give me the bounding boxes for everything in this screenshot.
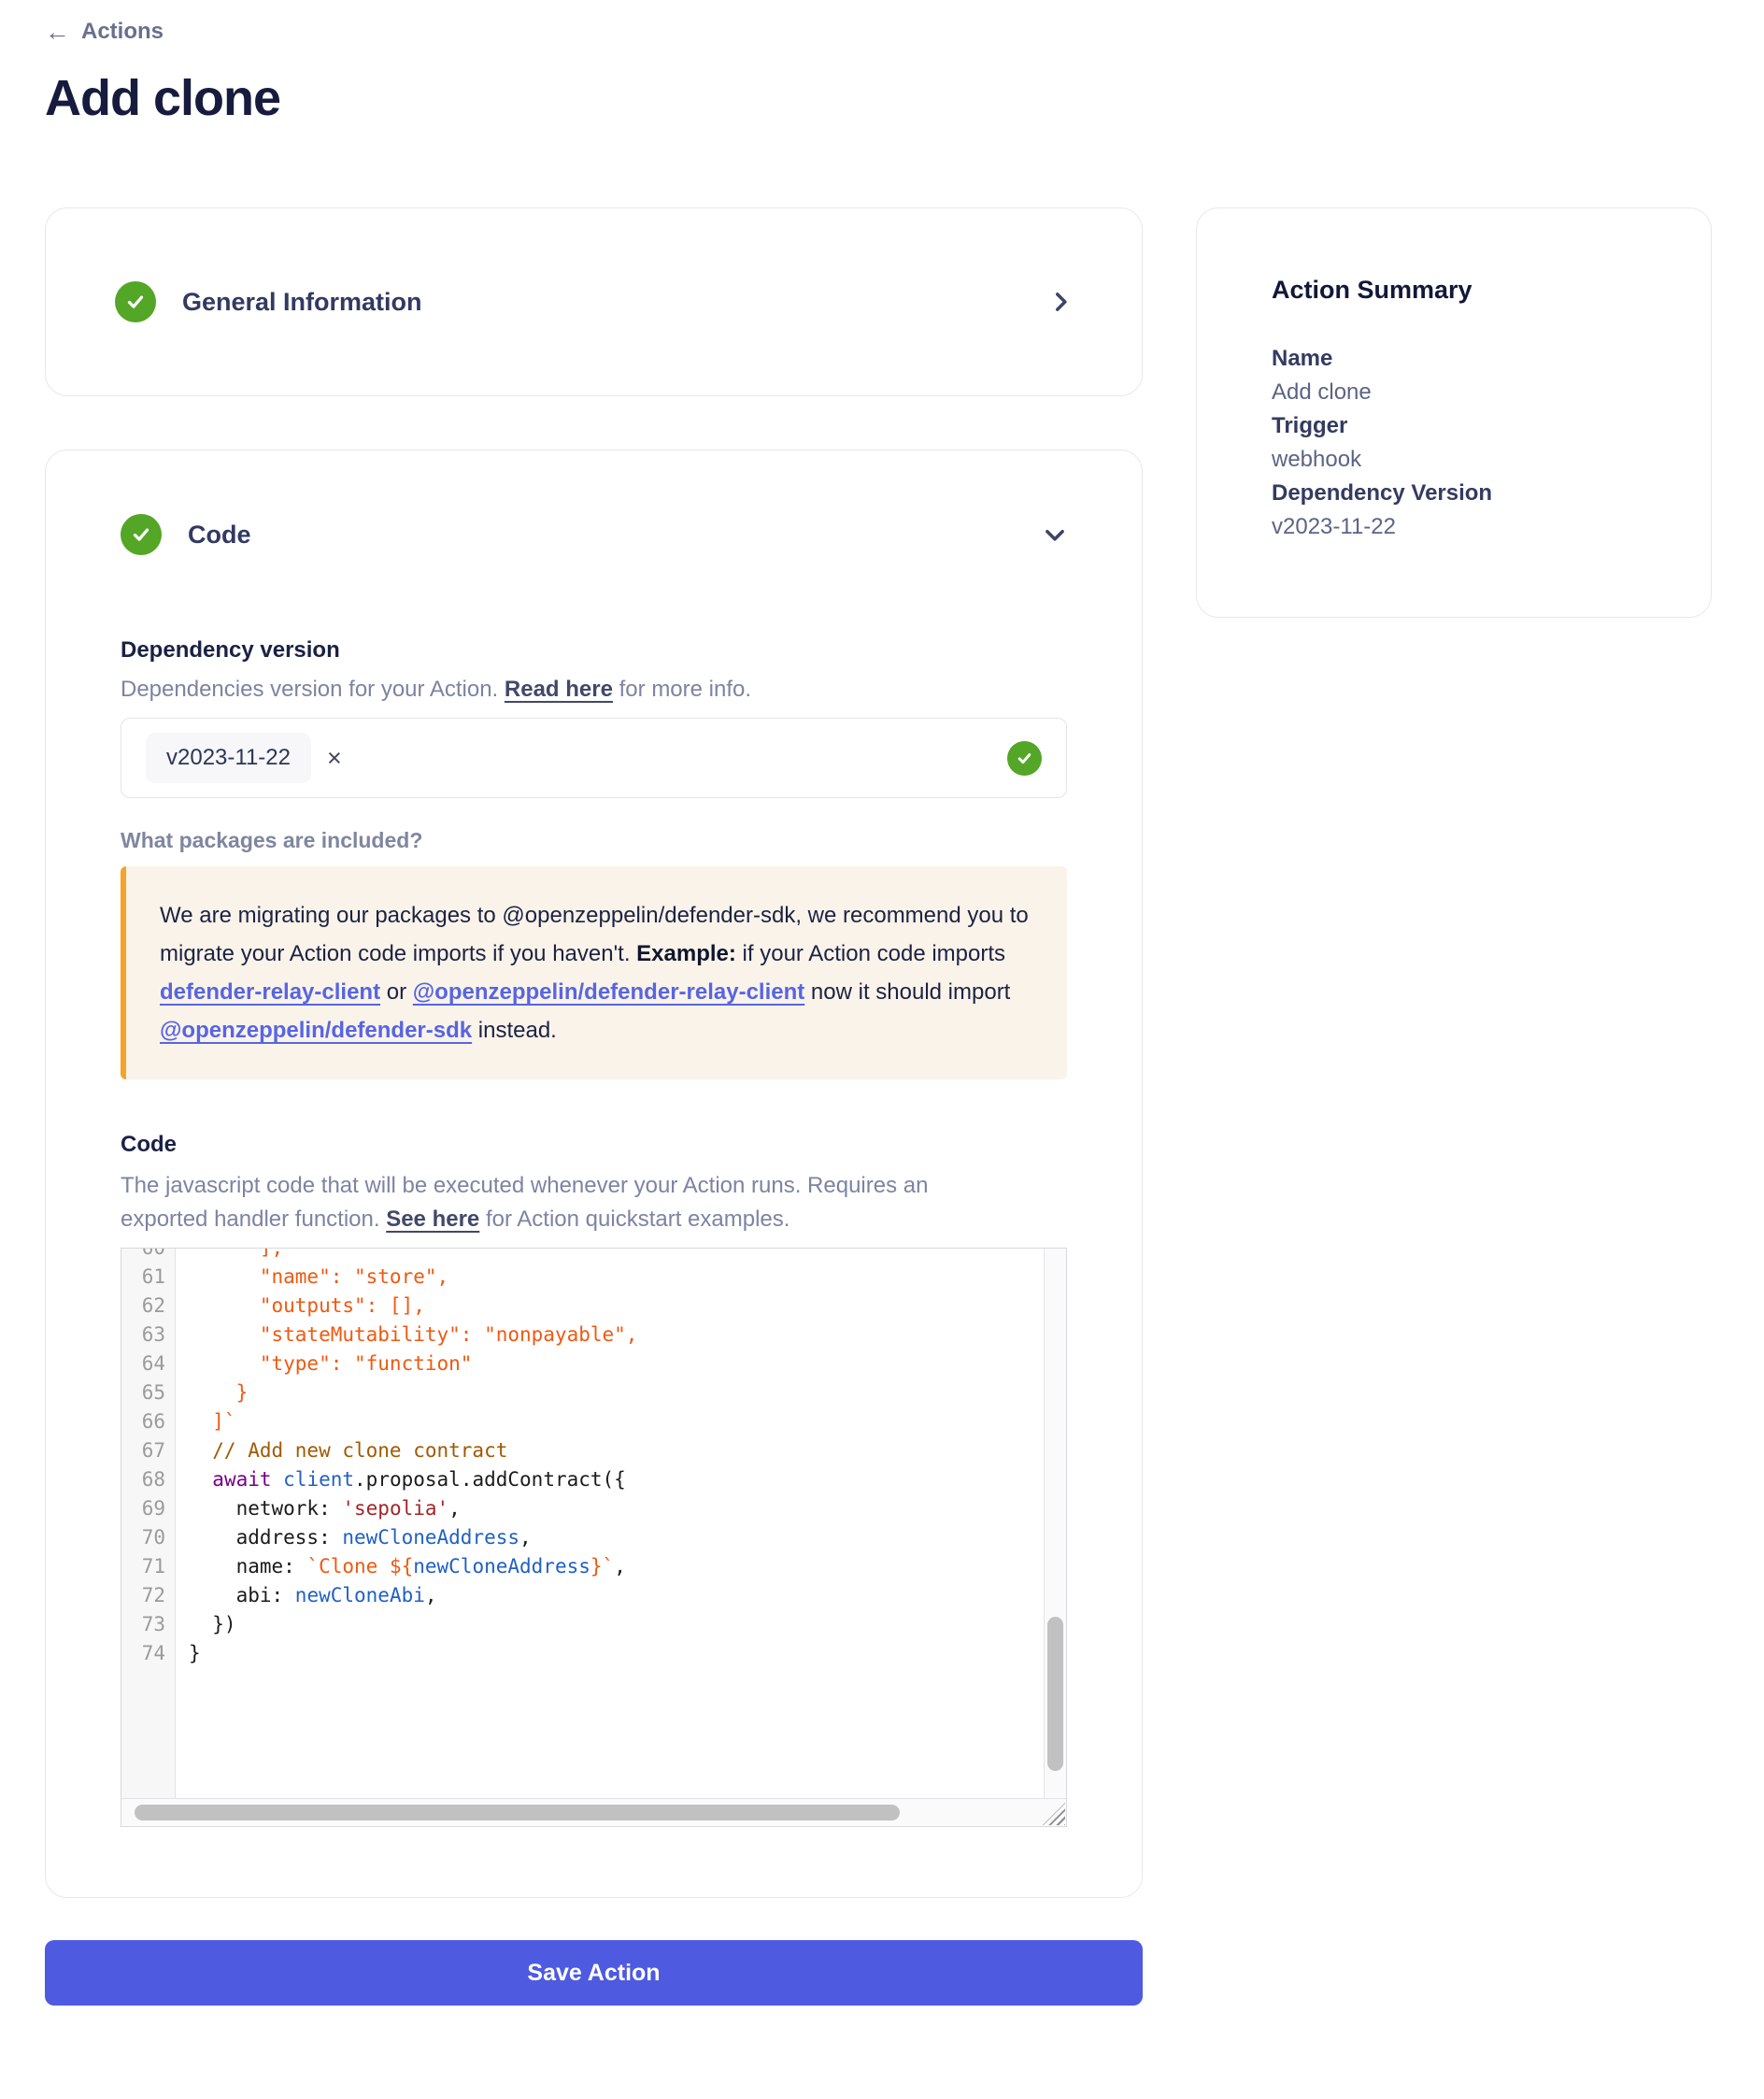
dependency-desc-suffix: for more info. [613, 677, 751, 702]
code-card: Code Dependency version Dependencies ver… [45, 450, 1143, 1898]
add-clone-page: ← Actions Add clone General Information [0, 0, 1764, 2034]
line-number: 71 [121, 1552, 165, 1581]
arrow-left-icon: ← [45, 20, 70, 45]
action-summary-list: NameAdd cloneTriggerwebhookDependency Ve… [1272, 342, 1636, 544]
line-number: 72 [121, 1581, 165, 1610]
dependency-version-input[interactable]: v2023-11-22 × [121, 718, 1067, 798]
code-field-description: The javascript code that will be execute… [121, 1169, 961, 1236]
dependency-version-description: Dependencies version for your Action. Re… [121, 677, 1067, 703]
code-line: } [189, 1378, 1044, 1407]
code-line: abi: newCloneAbi, [189, 1581, 1044, 1610]
code-line: "name": "store", [189, 1263, 1044, 1292]
code-line: address: newCloneAddress, [189, 1523, 1044, 1552]
code-line: network: 'sepolia', [189, 1494, 1044, 1523]
line-number: 70 [121, 1523, 165, 1552]
line-number: 62 [121, 1292, 165, 1321]
line-number: 67 [121, 1436, 165, 1465]
code-line: await client.proposal.addContract({ [189, 1465, 1044, 1494]
line-number: 61 [121, 1263, 165, 1292]
summary-item-label: Trigger [1272, 409, 1636, 443]
package-link[interactable]: @openzeppelin/defender-sdk [160, 1018, 472, 1043]
code-line: name: `Clone ${newCloneAddress}`, [189, 1552, 1044, 1581]
code-line: // Add new clone contract [189, 1436, 1044, 1465]
input-valid-check-icon [1007, 741, 1042, 776]
code-line: }) [189, 1610, 1044, 1639]
editor-line-number-gutter: 606162636465666768697071727374 [121, 1249, 176, 1798]
general-information-card[interactable]: General Information [45, 207, 1143, 396]
code-section-title: Code [188, 521, 251, 550]
note-text: Example: [636, 941, 736, 966]
breadcrumb-back-actions[interactable]: ← Actions [45, 19, 164, 45]
packages-included-label: What packages are included? [121, 828, 1067, 853]
save-action-button[interactable]: Save Action [45, 1940, 1143, 2006]
migration-note-box: We are migrating our packages to @openze… [121, 866, 1067, 1079]
remove-tag-icon[interactable]: × [327, 746, 342, 771]
dependency-version-label: Dependency version [121, 637, 1067, 664]
action-summary-card: Action Summary NameAdd cloneTriggerwebho… [1196, 207, 1712, 618]
code-line: "outputs": [], [189, 1292, 1044, 1321]
editor-vertical-scrollbar[interactable] [1044, 1249, 1066, 1798]
code-field-label: Code [121, 1132, 1067, 1158]
summary-item-label: Dependency Version [1272, 477, 1636, 510]
dependency-desc-prefix: Dependencies version for your Action. [121, 677, 505, 702]
package-link[interactable]: @openzeppelin/defender-relay-client [413, 979, 804, 1005]
action-summary-title: Action Summary [1272, 276, 1636, 305]
line-number: 66 [121, 1407, 165, 1436]
note-text: now it should import [804, 979, 1010, 1005]
summary-item-label: Name [1272, 342, 1636, 376]
line-number: 60 [121, 1249, 165, 1263]
general-information-title: General Information [182, 288, 422, 317]
editor-horizontal-scrollbar[interactable] [121, 1798, 1066, 1826]
chevron-right-icon[interactable] [1048, 290, 1073, 314]
check-circle-icon [115, 281, 156, 322]
line-number: 69 [121, 1494, 165, 1523]
summary-item-value: webhook [1272, 443, 1636, 477]
check-circle-icon [121, 514, 162, 555]
code-desc-suffix: for Action quickstart examples. [479, 1207, 790, 1232]
chevron-down-icon[interactable] [1043, 522, 1067, 547]
code-line: ], [189, 1249, 1044, 1263]
note-text: instead. [472, 1018, 557, 1043]
horizontal-scrollbar-thumb[interactable] [135, 1805, 900, 1821]
code-line: ]` [189, 1407, 1044, 1436]
package-link[interactable]: defender-relay-client [160, 979, 380, 1005]
dependency-version-tag: v2023-11-22 [146, 733, 311, 783]
line-number: 74 [121, 1639, 165, 1668]
note-text: if your Action code imports [736, 941, 1005, 966]
note-text: or [380, 979, 413, 1005]
vertical-scrollbar-thumb[interactable] [1047, 1617, 1063, 1771]
line-number: 63 [121, 1321, 165, 1349]
see-here-link[interactable]: See here [386, 1207, 479, 1232]
code-line: "type": "function" [189, 1349, 1044, 1378]
line-number: 64 [121, 1349, 165, 1378]
page-title: Add clone [45, 69, 1712, 127]
code-line: } [189, 1639, 1044, 1668]
line-number: 68 [121, 1465, 165, 1494]
summary-item-value: Add clone [1272, 376, 1636, 409]
editor-code-pane[interactable]: ], "name": "store", "outputs": [], "stat… [176, 1249, 1044, 1798]
read-here-link[interactable]: Read here [505, 677, 613, 702]
code-line: "stateMutability": "nonpayable", [189, 1321, 1044, 1349]
breadcrumb-label: Actions [81, 19, 164, 45]
summary-item-value: v2023-11-22 [1272, 510, 1636, 544]
line-number: 73 [121, 1610, 165, 1639]
line-number: 65 [121, 1378, 165, 1407]
code-editor[interactable]: 606162636465666768697071727374 ], "name"… [121, 1248, 1067, 1827]
